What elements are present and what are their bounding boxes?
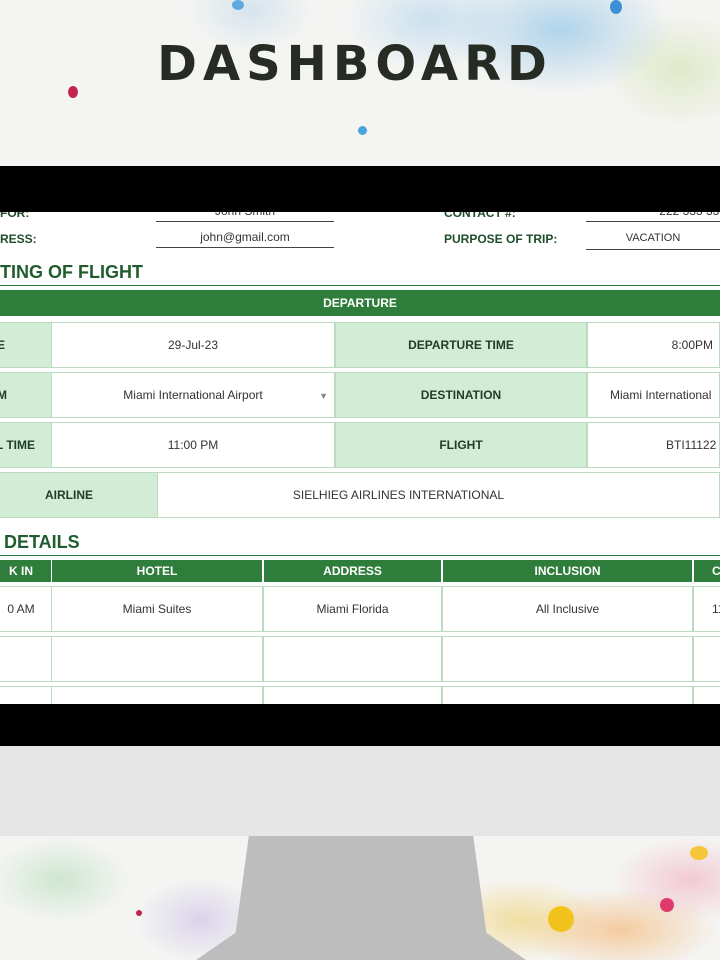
table-row-cell[interactable]: 0 AM — [0, 586, 52, 632]
purpose-value[interactable]: VACATION — [586, 232, 720, 250]
table-row-cell[interactable] — [442, 686, 693, 704]
from-select[interactable]: Miami International Airport ▼ — [51, 372, 335, 418]
monitor-chin — [0, 746, 720, 836]
table-row-cell[interactable]: 11 — [693, 586, 720, 632]
date-label: E — [0, 322, 52, 368]
contact-value[interactable]: 222 333 333 — [586, 212, 720, 222]
paint-splatter — [232, 0, 244, 10]
paint-splatter — [610, 0, 622, 14]
table-row-cell[interactable] — [442, 636, 693, 682]
paint-splatter — [660, 898, 674, 912]
airline-label: AIRLINE — [0, 472, 158, 518]
paint-splatter — [358, 126, 367, 135]
monitor-bezel-top — [0, 166, 720, 212]
hotel-header-address: ADDRESS — [263, 559, 442, 583]
hotel-header-inclusion: INCLUSION — [442, 559, 693, 583]
departure-bar: DEPARTURE — [0, 290, 720, 316]
table-row-cell[interactable] — [0, 636, 52, 682]
table-row-cell[interactable] — [263, 686, 442, 704]
spreadsheet-screen: FOR: John Smith CONTACT #: 222 333 333 R… — [0, 212, 720, 704]
table-row-cell[interactable] — [693, 636, 720, 682]
arrival-time-value[interactable]: 11:00 PM — [51, 422, 335, 468]
flight-label: FLIGHT — [335, 422, 587, 468]
from-label: M — [0, 372, 52, 418]
hotel-header-hotel: HOTEL — [51, 559, 263, 583]
section-divider — [0, 555, 720, 556]
flight-value[interactable]: BTI11122 — [587, 422, 720, 468]
table-row-cell[interactable]: All Inclusive — [442, 586, 693, 632]
section-divider — [0, 285, 720, 286]
table-row-cell[interactable] — [51, 636, 263, 682]
departure-time-value[interactable]: 8:00PM — [587, 322, 720, 368]
departure-time-label: DEPARTURE TIME — [335, 322, 587, 368]
from-value: Miami International Airport — [123, 388, 263, 402]
hotel-section-title: DETAILS — [4, 532, 80, 552]
destination-value[interactable]: Miami International — [587, 372, 720, 418]
table-row-cell[interactable]: Miami Florida — [263, 586, 442, 632]
date-value[interactable]: 29-Jul-23 — [51, 322, 335, 368]
table-row-cell[interactable] — [0, 686, 52, 704]
prepared-for-value[interactable]: John Smith — [156, 212, 334, 222]
paint-splatter — [548, 906, 574, 932]
destination-label: DESTINATION — [335, 372, 587, 418]
page-title: DASHBOARD — [157, 36, 553, 92]
paint-splatter — [690, 846, 708, 860]
flight-section-title: TING OF FLIGHT — [0, 262, 143, 282]
table-row-cell[interactable]: Miami Suites — [51, 586, 263, 632]
purpose-label: PURPOSE OF TRIP: — [444, 232, 558, 246]
chevron-down-icon[interactable]: ▼ — [319, 391, 328, 401]
table-row-cell[interactable] — [263, 636, 442, 682]
prepared-for-label: FOR: — [0, 212, 30, 220]
table-row-cell[interactable] — [693, 686, 720, 704]
email-label: RESS: — [0, 232, 37, 246]
paint-splatter — [136, 910, 142, 916]
hotel-header-check-in: K IN — [0, 559, 52, 583]
arrival-time-label: L TIME — [0, 422, 52, 468]
airline-value[interactable]: SIELHIEG AIRLINES INTERNATIONAL — [157, 472, 720, 518]
monitor-bezel-bottom — [0, 704, 720, 746]
table-row-cell[interactable] — [51, 686, 263, 704]
hotel-header-c: C — [693, 559, 720, 583]
contact-label: CONTACT #: — [444, 212, 516, 220]
email-value[interactable]: john@gmail.com — [156, 230, 334, 248]
